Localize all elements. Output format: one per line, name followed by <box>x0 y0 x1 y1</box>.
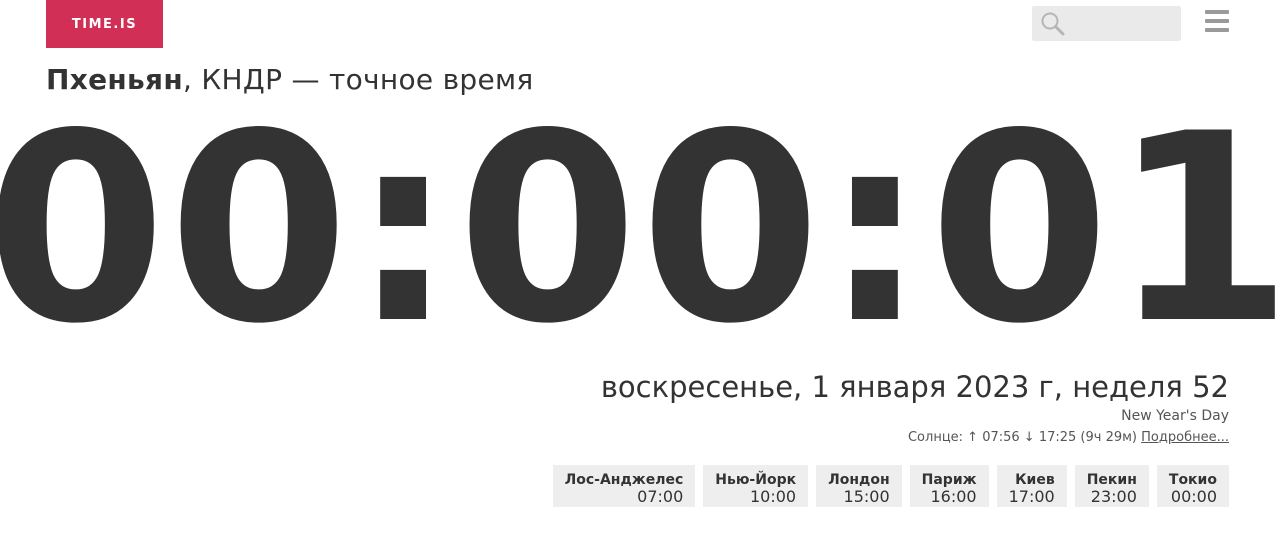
search-input[interactable] <box>1072 12 1176 36</box>
city-card-name: Пекин <box>1086 472 1137 488</box>
more-link[interactable]: Подробнее... <box>1141 430 1229 445</box>
hamburger-menu-icon[interactable] <box>1205 10 1231 36</box>
city-list: Лос-Анджелес 07:00 Нью-Йорк 10:00 Лондон 15:0… <box>552 465 1229 507</box>
search-box[interactable] <box>1032 6 1181 41</box>
city-card[interactable]: Нью-Йорк 10:00 <box>703 465 809 507</box>
city-card[interactable]: Токио 00:00 <box>1156 465 1229 507</box>
city-card-name: Киев <box>1015 472 1055 488</box>
city-card-name: Лондон <box>828 472 890 488</box>
city-card-time: 07:00 <box>637 487 684 506</box>
city-card-time: 16:00 <box>930 487 977 506</box>
sun-info: Солнце: ↑ 07:56 ↓ 17:25 (9ч 29м) Подробн… <box>908 430 1229 445</box>
city-card-name: Токио <box>1168 472 1217 488</box>
city-card-name: Лос-Анджелес <box>564 472 684 488</box>
city-card[interactable]: Киев 17:00 <box>996 465 1067 507</box>
city-card[interactable]: Пекин 23:00 <box>1074 465 1149 507</box>
time-display: 00:00:01 <box>0 79 1280 381</box>
city-card[interactable]: Париж 16:00 <box>909 465 989 507</box>
search-icon[interactable] <box>1040 11 1066 37</box>
date-text: воскресенье, 1 января 2023 г, неделя 52 <box>600 370 1229 404</box>
city-card-time: 10:00 <box>750 487 797 506</box>
holiday-text: New Year's Day <box>1121 408 1229 424</box>
city-card-time: 15:00 <box>843 487 890 506</box>
city-card[interactable]: Лос-Анджелес 07:00 <box>552 465 696 507</box>
site-logo[interactable]: TIME.IS <box>46 0 163 48</box>
city-card-time: 17:00 <box>1008 487 1055 506</box>
city-card[interactable]: Лондон 15:00 <box>816 465 902 507</box>
sun-times: Солнце: ↑ 07:56 ↓ 17:25 (9ч 29м) <box>907 430 1138 445</box>
city-card-name: Нью-Йорк <box>715 472 797 488</box>
city-card-time: 23:00 <box>1090 487 1137 506</box>
city-card-time: 00:00 <box>1170 487 1217 506</box>
city-card-name: Париж <box>921 472 977 488</box>
